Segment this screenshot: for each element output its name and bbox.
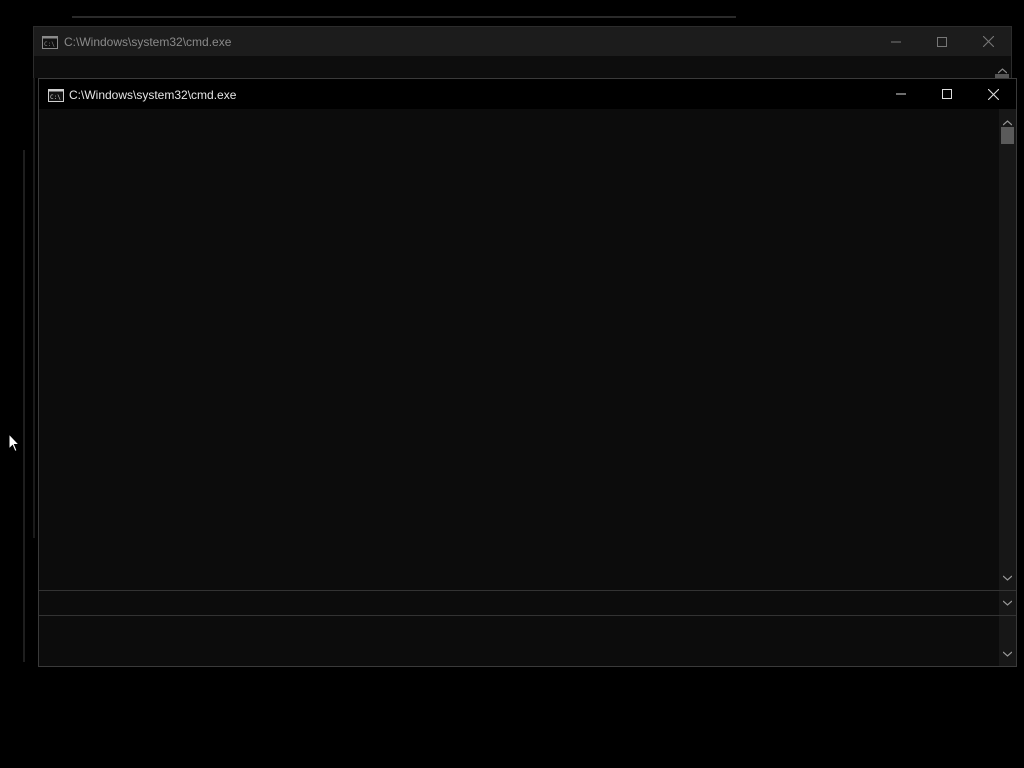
maximize-icon bbox=[937, 36, 947, 47]
cmd-window-background[interactable]: C:\ C:\Windows\system32\cmd.exe bbox=[33, 26, 1012, 79]
window-title: C:\Windows\system32\cmd.exe bbox=[69, 88, 237, 102]
console-output-area[interactable] bbox=[39, 109, 999, 590]
window-title: C:\Windows\system32\cmd.exe bbox=[64, 35, 232, 49]
background-artifact-line bbox=[72, 16, 736, 18]
vertical-scrollbar[interactable] bbox=[999, 616, 1016, 666]
close-icon bbox=[982, 36, 994, 47]
title-bar[interactable]: C:\ C:\Windows\system32\cmd.exe bbox=[34, 27, 1011, 56]
vertical-scrollbar[interactable] bbox=[999, 591, 1016, 615]
scrollbar-thumb[interactable] bbox=[1001, 127, 1014, 144]
maximize-icon bbox=[942, 89, 952, 99]
background-window-edge bbox=[23, 150, 25, 662]
close-button[interactable] bbox=[970, 79, 1016, 109]
title-bar[interactable]: C:\ C:\Windows\system32\cmd.exe bbox=[39, 79, 1016, 109]
desktop: C:\ C:\Windows\system32\cmd.exe C:\ C:\W… bbox=[0, 0, 1024, 768]
minimize-button[interactable] bbox=[878, 79, 924, 109]
scroll-down-arrow-icon[interactable] bbox=[1002, 568, 1013, 586]
mouse-pointer-icon bbox=[8, 432, 21, 458]
minimize-icon bbox=[891, 41, 901, 42]
background-window-edge bbox=[33, 54, 35, 538]
vertical-scrollbar[interactable] bbox=[999, 109, 1016, 590]
scroll-down-arrow-icon[interactable] bbox=[1002, 593, 1013, 611]
cmd-icon: C:\ bbox=[42, 36, 58, 54]
maximize-button[interactable] bbox=[919, 27, 965, 56]
close-icon bbox=[987, 88, 999, 100]
svg-text:C:\: C:\ bbox=[50, 94, 61, 101]
maximize-button[interactable] bbox=[924, 79, 970, 109]
scroll-down-arrow-icon[interactable] bbox=[1002, 644, 1013, 662]
cmd-icon: C:\ bbox=[48, 89, 64, 107]
console-pane[interactable] bbox=[39, 616, 999, 666]
cmd-window[interactable]: C:\ C:\Windows\system32\cmd.exe bbox=[38, 78, 1017, 667]
console-pane[interactable] bbox=[39, 591, 999, 615]
svg-text:C:\: C:\ bbox=[44, 41, 55, 48]
close-button[interactable] bbox=[965, 27, 1011, 56]
minimize-icon bbox=[896, 93, 906, 95]
minimize-button[interactable] bbox=[873, 27, 919, 56]
